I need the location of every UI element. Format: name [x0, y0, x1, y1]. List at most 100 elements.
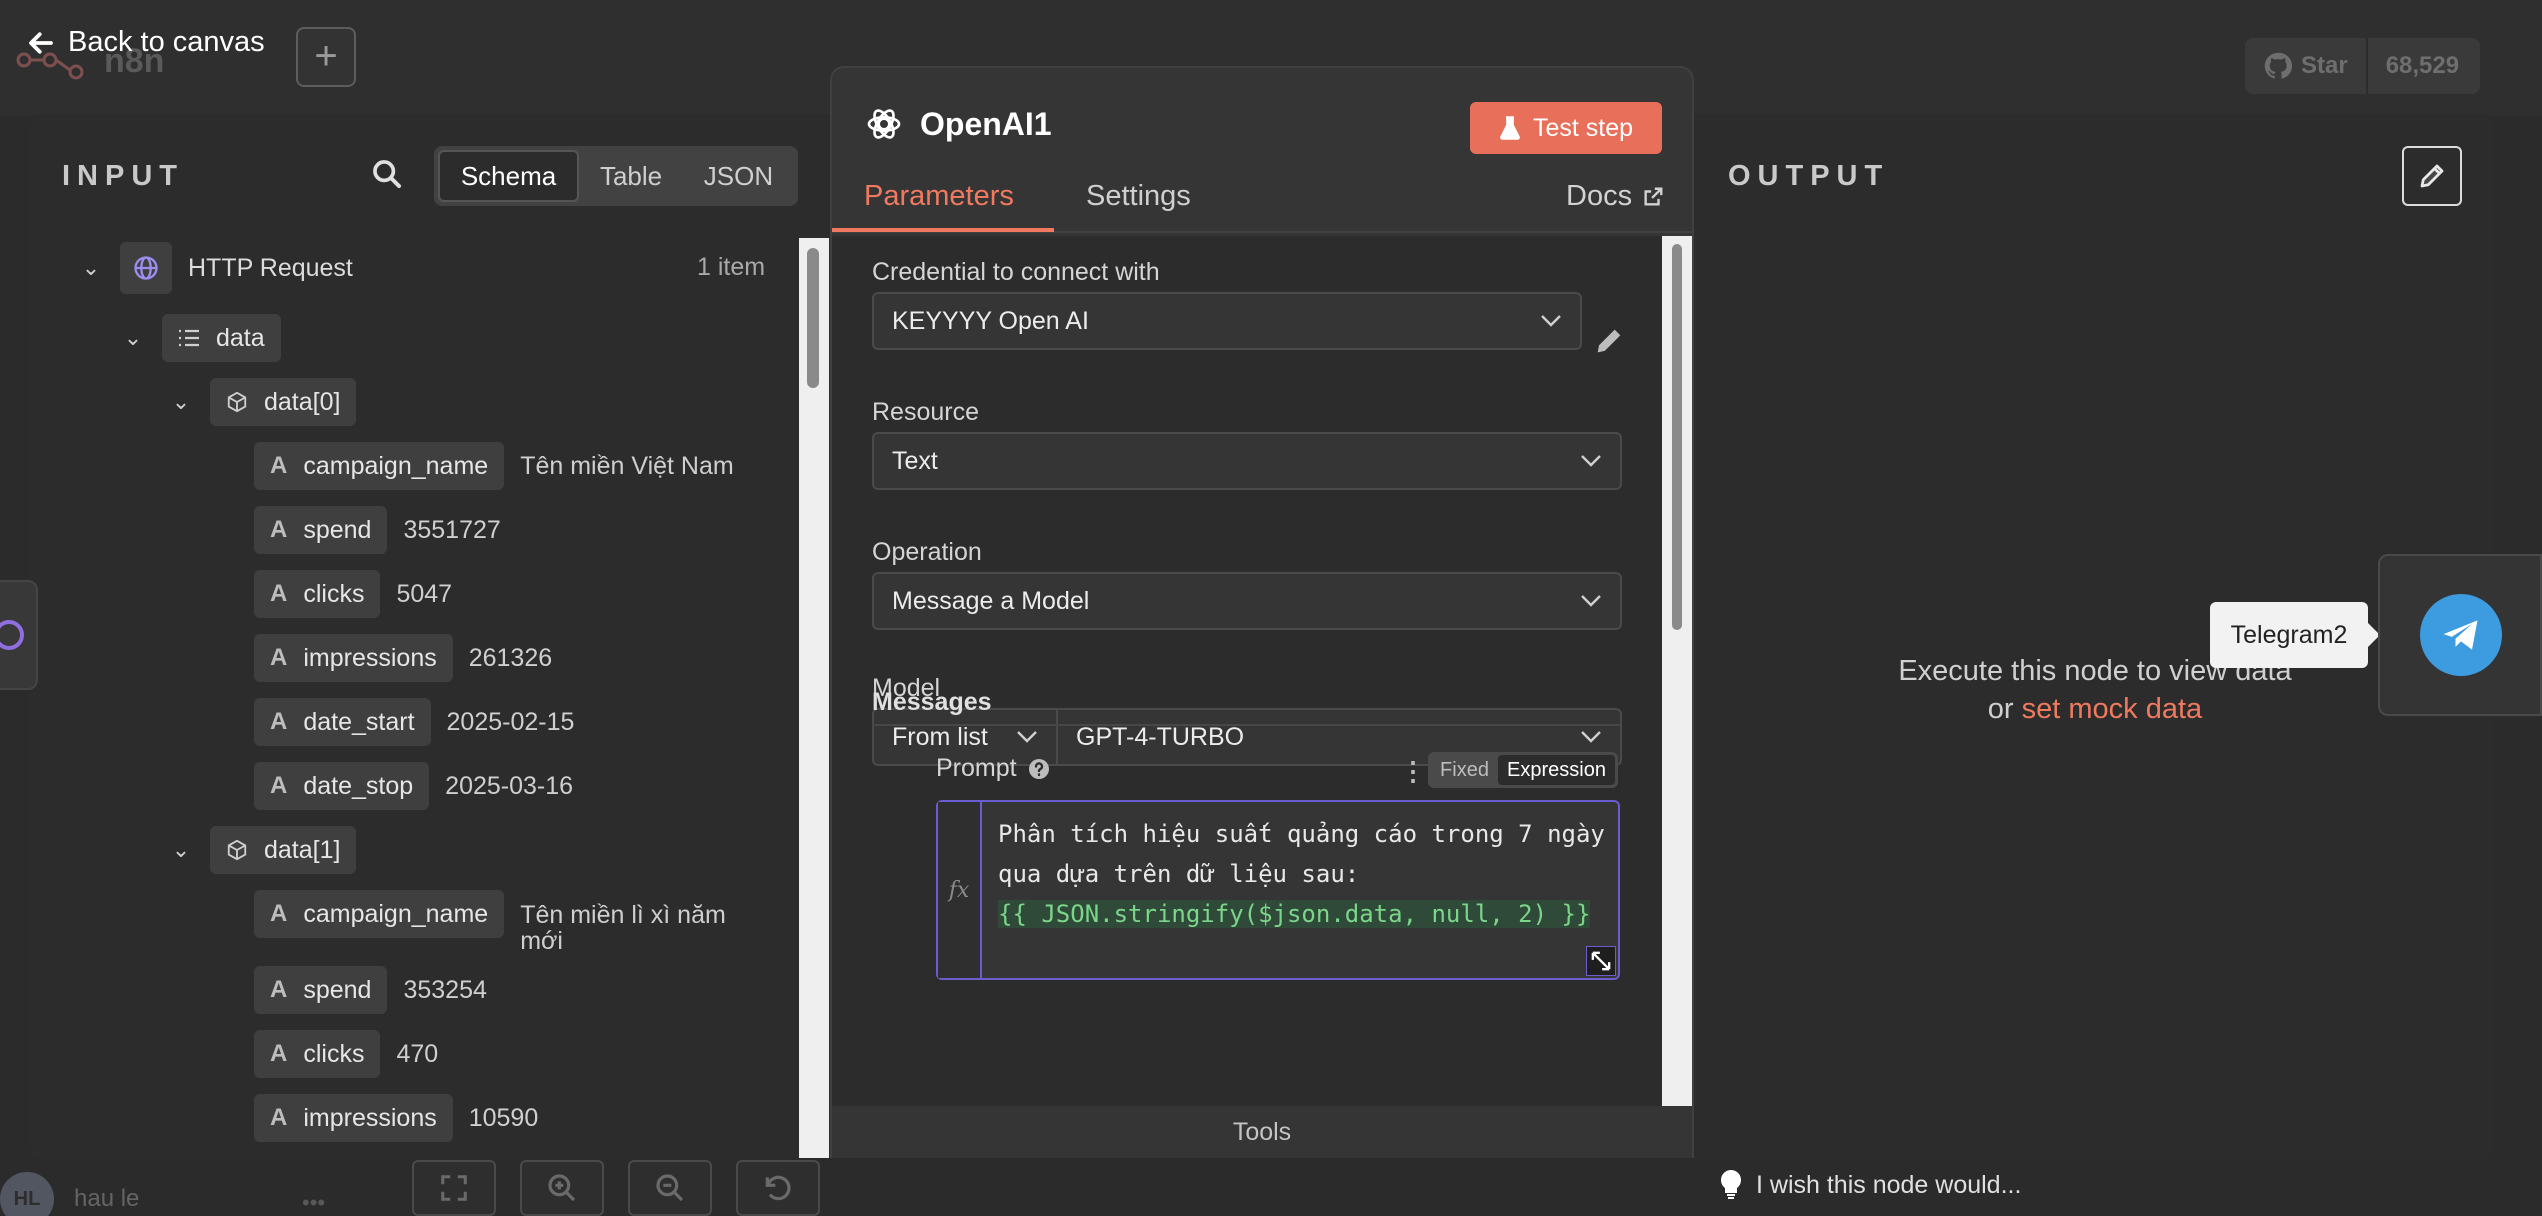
edit-credential-icon[interactable] — [1592, 324, 1626, 358]
zoom-out-icon — [656, 1174, 684, 1202]
field-name[interactable]: impressions — [303, 1104, 436, 1133]
prompt-label-text: Prompt — [936, 754, 1017, 782]
scrollbar-thumb[interactable] — [1672, 244, 1682, 630]
field-pill: data[0] — [210, 378, 357, 426]
star-count: 68,529 — [2385, 52, 2460, 79]
chevron-down-icon: ⌄ — [171, 389, 191, 414]
string-type-icon: A — [270, 900, 288, 927]
github-icon — [2264, 52, 2293, 79]
string-type-icon: A — [270, 452, 288, 479]
pencil-icon — [2420, 164, 2444, 188]
field-value: 353254 — [403, 975, 487, 1004]
next-node-telegram[interactable] — [2378, 554, 2542, 716]
feedback-link[interactable]: I wish this node would... — [1720, 1170, 2021, 1200]
fit-view-icon — [441, 1175, 467, 1201]
string-type-icon: A — [270, 976, 288, 1003]
side-node-handle[interactable] — [0, 580, 38, 690]
expand-editor-icon[interactable] — [1586, 946, 1616, 976]
edit-output-button[interactable] — [2402, 146, 2462, 206]
prompt-code: {{ JSON.stringify($json.data, null, 2) }… — [998, 900, 1591, 928]
resource-select[interactable]: Text — [872, 432, 1622, 490]
credential-label: Credential to connect with — [872, 258, 1160, 286]
chevron-down-icon — [1017, 731, 1037, 743]
field-name[interactable]: impressions — [303, 644, 436, 673]
telegram-icon — [2420, 594, 2502, 676]
set-mock-data-link[interactable]: set mock data — [2022, 693, 2203, 725]
schema-field: Aclicks 470 — [254, 1030, 438, 1078]
prompt-mode-toggle: Fixed Expression — [1428, 752, 1618, 788]
schema-field: Acampaign_name Tên miền Việt Nam — [254, 442, 734, 490]
tree-node-data-1[interactable]: ⌄ data[1] — [168, 826, 357, 874]
tree-node-data-0[interactable]: ⌄ data[0] — [168, 378, 357, 426]
flask-icon — [1500, 116, 1520, 140]
chevron-down-icon — [1581, 455, 1601, 467]
schema-field: Aspend 353254 — [254, 966, 487, 1014]
schema-field: Aclicks 5047 — [254, 570, 452, 618]
node-ring-icon — [0, 620, 24, 650]
messages-divider — [872, 724, 1620, 726]
bottom-bar — [0, 1158, 2542, 1216]
schema-field: Acampaign_name Tên miền lì xì năm mới — [254, 890, 740, 954]
resource-label: Resource — [872, 398, 979, 426]
fixed-mode-option[interactable]: Fixed — [1431, 755, 1498, 785]
field-value: 3551727 — [403, 515, 501, 544]
string-type-icon: A — [270, 1104, 288, 1131]
openai-icon — [867, 109, 901, 139]
test-step-button[interactable]: Test step — [1470, 102, 1662, 154]
field-name[interactable]: date_start — [303, 708, 414, 737]
chevron-down-icon: ⌄ — [81, 255, 101, 280]
docs-link[interactable]: Docs — [1566, 180, 1664, 213]
input-scrollbar[interactable] — [799, 238, 829, 1158]
field-name[interactable]: clicks — [303, 580, 364, 609]
view-json-tab[interactable]: JSON — [683, 150, 794, 202]
scrollbar-thumb[interactable] — [807, 248, 819, 388]
zoom-in-button[interactable] — [520, 1160, 604, 1216]
node-title[interactable]: OpenAI1 — [920, 106, 1052, 143]
reset-zoom-button[interactable] — [736, 1160, 820, 1216]
field-name[interactable]: clicks — [303, 1040, 364, 1069]
view-schema-tab[interactable]: Schema — [438, 150, 580, 202]
prompt-text[interactable]: Phân tích hiệu suất quảng cáo trong 7 ng… — [998, 814, 1608, 934]
prompt-expression-editor[interactable]: fx Phân tích hiệu suất quảng cáo trong 7… — [936, 800, 1620, 980]
fit-view-button[interactable] — [412, 1160, 496, 1216]
expression-mode-option[interactable]: Expression — [1497, 755, 1615, 785]
next-node-tooltip: Telegram2 — [2210, 602, 2380, 668]
field-value: 2025-02-15 — [446, 707, 575, 736]
add-node-button[interactable]: + — [296, 27, 356, 87]
tree-node-http-request[interactable]: ⌄ HTTP Request — [78, 242, 353, 294]
chevron-down-icon: ⌄ — [171, 837, 191, 862]
field-name[interactable]: spend — [303, 516, 371, 545]
back-to-canvas-link[interactable]: Back to canvas — [26, 26, 265, 59]
cube-icon — [227, 391, 247, 413]
help-icon[interactable] — [1027, 757, 1051, 781]
user-menu[interactable]: HL hau le — [0, 1172, 139, 1216]
list-icon — [179, 329, 199, 347]
field-value: 10590 — [468, 1103, 539, 1132]
zoom-out-button[interactable] — [628, 1160, 712, 1216]
field-name[interactable]: date_stop — [303, 772, 413, 801]
parameters-scrollbar[interactable] — [1662, 236, 1692, 1106]
user-options-icon[interactable]: ••• — [302, 1190, 325, 1216]
field-name[interactable]: campaign_name — [303, 900, 488, 929]
prompt-line: Phân tích hiệu suất quảng cáo trong 7 ng… — [998, 820, 1605, 848]
chevron-down-icon: ⌄ — [123, 325, 143, 350]
schema-field: Adate_start 2025-02-15 — [254, 698, 574, 746]
field-value: 261326 — [468, 643, 553, 672]
operation-select[interactable]: Message a Model — [872, 572, 1622, 630]
operation-label: Operation — [872, 538, 982, 566]
field-name[interactable]: spend — [303, 976, 371, 1005]
tab-parameters[interactable]: Parameters — [864, 180, 1014, 213]
prompt-options-icon[interactable]: ⋮ — [1400, 756, 1426, 787]
schema-field: Aimpressions 261326 — [254, 634, 552, 682]
string-type-icon: A — [270, 516, 288, 543]
field-name[interactable]: campaign_name — [303, 452, 488, 481]
schema-field: Aspend 3551727 — [254, 506, 501, 554]
chevron-down-icon — [1541, 315, 1561, 327]
search-icon[interactable] — [370, 157, 404, 191]
github-star-button[interactable]: Star 68,529 — [2245, 38, 2480, 94]
tab-settings[interactable]: Settings — [1086, 180, 1191, 213]
view-table-tab[interactable]: Table — [579, 150, 683, 202]
credential-select[interactable]: KEYYYY Open AI — [872, 292, 1582, 350]
active-tab-indicator — [832, 228, 1054, 232]
tree-node-data[interactable]: ⌄ data — [120, 314, 281, 362]
